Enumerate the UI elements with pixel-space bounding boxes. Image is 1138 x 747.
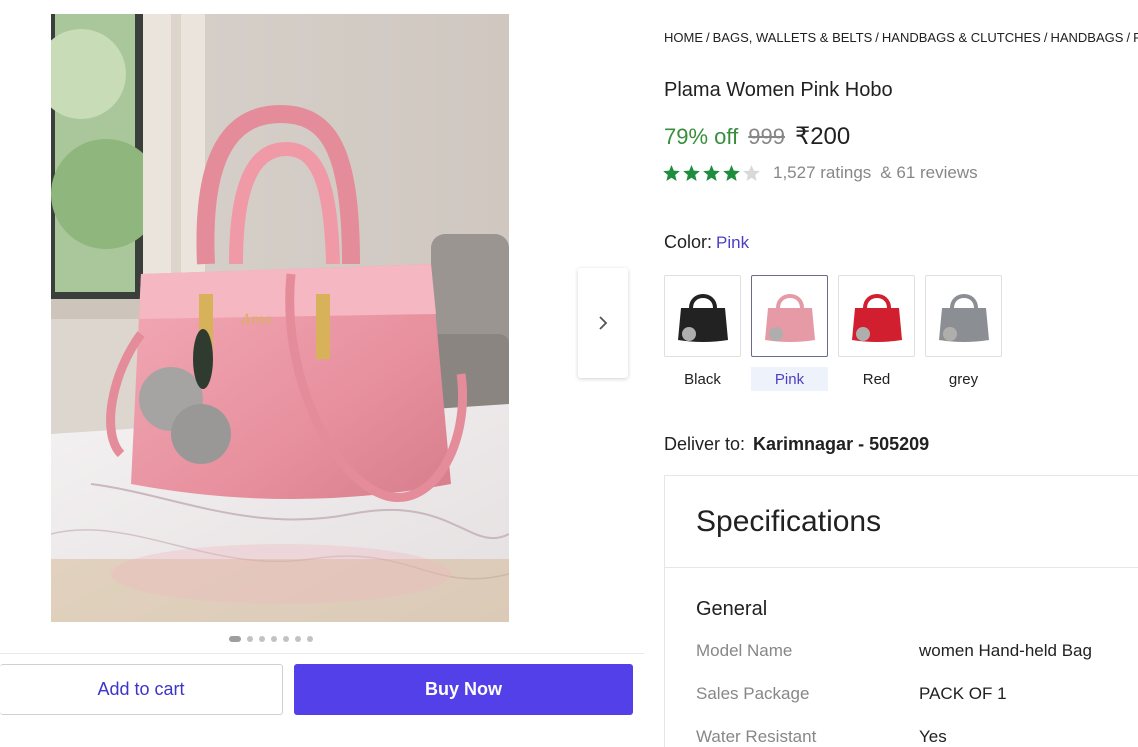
color-option-label: Red xyxy=(862,370,891,388)
rating-stars xyxy=(662,164,761,183)
color-thumbnail[interactable] xyxy=(751,275,828,357)
breadcrumb-link[interactable]: HANDBAGS xyxy=(1050,30,1123,45)
rating-row[interactable]: 1,527 ratings & 61 reviews xyxy=(662,163,978,183)
specifications-card: Specifications General Model Name women H… xyxy=(664,475,1138,747)
gallery-dot[interactable] xyxy=(259,636,265,642)
spec-key: Water Resistant xyxy=(696,727,817,746)
breadcrumb: HOME / BAGS, WALLETS & BELTS / HANDBAGS & CL… xyxy=(664,30,1138,45)
star-icon xyxy=(723,164,740,181)
color-option-label: grey xyxy=(948,370,979,388)
color-label: Color: Pink xyxy=(664,232,749,253)
selling-price: ₹200 xyxy=(794,123,851,150)
add-to-cart-button[interactable]: Add to cart xyxy=(0,664,283,715)
action-bar: Add to cart Buy Now xyxy=(0,653,644,747)
color-thumbnail[interactable] xyxy=(925,275,1002,357)
gallery-dot[interactable] xyxy=(307,636,313,642)
reviews-count: & 61 reviews xyxy=(880,163,978,182)
color-thumbnail[interactable] xyxy=(838,275,915,357)
gallery-dot[interactable] xyxy=(229,636,241,642)
spec-value: PACK OF 1 xyxy=(919,684,1007,703)
handbag-thumbnail-icon xyxy=(677,294,728,342)
color-label-text: Color: xyxy=(664,232,713,252)
spec-value: Yes xyxy=(919,727,947,746)
breadcrumb-separator: / xyxy=(1043,30,1048,45)
color-option-black[interactable]: Black xyxy=(664,275,741,391)
breadcrumb-link[interactable]: HOME xyxy=(664,30,703,45)
mrp-price: 999 xyxy=(748,124,785,149)
chevron-right-icon xyxy=(599,316,608,330)
breadcrumb-link[interactable]: HANDBAGS & CLUTCHES xyxy=(882,30,1041,45)
color-option-label: Black xyxy=(684,370,721,388)
svg-text:Ams: Ams xyxy=(239,312,272,328)
gallery-dot[interactable] xyxy=(247,636,253,642)
breadcrumb-link[interactable]: PLAMA HANDBAGS xyxy=(1133,30,1138,45)
spec-key: Model Name xyxy=(696,641,793,660)
handbag-thumbnail-icon xyxy=(851,294,902,342)
product-title: Plama Women Pink Hobo xyxy=(664,79,893,101)
breadcrumb-separator: / xyxy=(1126,30,1131,45)
specifications-heading: Specifications xyxy=(665,476,1138,568)
spec-row: Model Name women Hand-held Bag xyxy=(696,641,1092,661)
color-swatches: Black Pink Red grey xyxy=(664,275,1002,391)
price-block: 79% off 999 ₹200 xyxy=(664,122,850,151)
color-option-red[interactable]: Red xyxy=(838,275,915,391)
color-option-pink[interactable]: Pink xyxy=(751,275,828,391)
gallery-dots xyxy=(229,636,313,642)
spec-key: Sales Package xyxy=(696,684,810,703)
spec-group-title: General xyxy=(696,598,768,620)
gallery-dot[interactable] xyxy=(271,636,277,642)
product-image[interactable]: Ams xyxy=(51,14,509,622)
spec-value: women Hand-held Bag xyxy=(919,641,1092,660)
star-icon xyxy=(683,164,700,181)
color-option-label: Pink xyxy=(751,367,828,391)
deliver-label: Deliver to: xyxy=(664,434,746,454)
handbag-thumbnail-icon xyxy=(764,294,815,342)
star-icon xyxy=(703,164,720,181)
spec-row: Sales Package PACK OF 1 xyxy=(696,684,1007,704)
spec-row: Water Resistant Yes xyxy=(696,727,947,747)
buy-now-button[interactable]: Buy Now xyxy=(294,664,633,715)
color-option-grey[interactable]: grey xyxy=(925,275,1002,391)
star-icon xyxy=(743,164,760,181)
gallery-dot[interactable] xyxy=(295,636,301,642)
delivery-row[interactable]: Deliver to: Karimnagar - 505209 xyxy=(664,434,929,455)
gallery-dot[interactable] xyxy=(283,636,289,642)
handbag-thumbnail-icon xyxy=(938,294,989,342)
breadcrumb-link[interactable]: BAGS, WALLETS & BELTS xyxy=(713,30,873,45)
breadcrumb-separator: / xyxy=(875,30,879,45)
selected-color: Pink xyxy=(716,233,750,252)
delivery-location: Karimnagar - 505209 xyxy=(753,434,930,454)
discount-label: 79% off xyxy=(664,124,739,149)
star-icon xyxy=(663,164,680,181)
ratings-count: 1,527 ratings xyxy=(773,163,872,182)
color-thumbnail[interactable] xyxy=(664,275,741,357)
next-image-button[interactable] xyxy=(578,268,628,378)
breadcrumb-separator: / xyxy=(706,30,710,45)
